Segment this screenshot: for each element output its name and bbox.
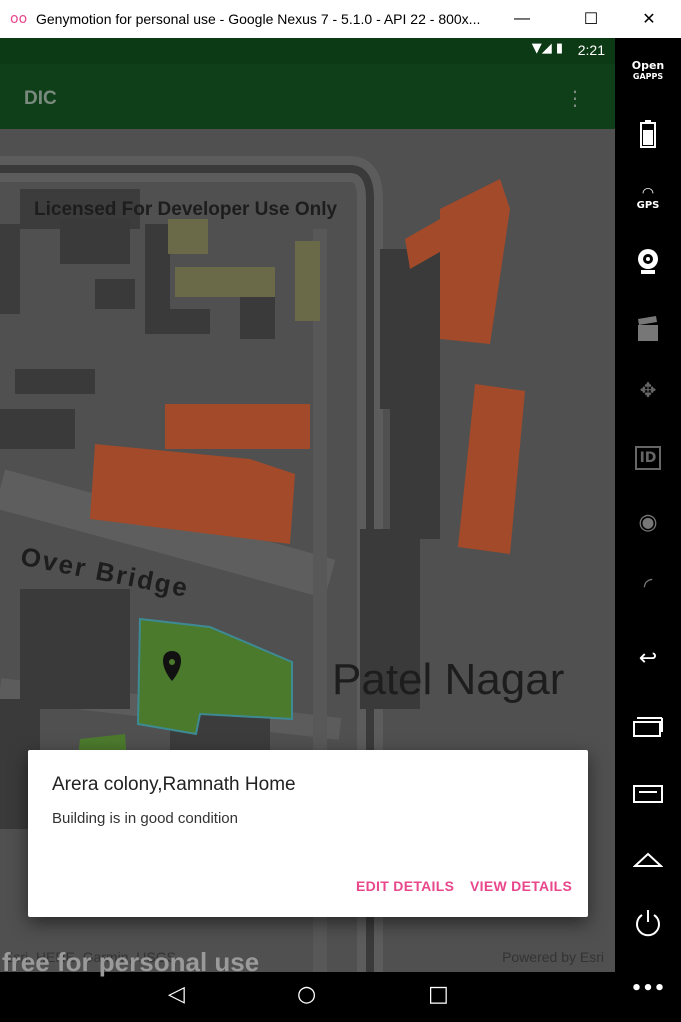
signal-wifi-battery-icon: ▼◢ ▮	[531, 41, 563, 56]
watermark-text: free for personal use	[2, 947, 260, 977]
window-title: Genymotion for personal use - Google Nex…	[36, 11, 481, 27]
back-nav-icon[interactable]: ◁	[168, 982, 185, 1007]
opengapps-button[interactable]: Open GAPPS	[615, 60, 681, 82]
status-time: 2:21	[577, 42, 605, 58]
back-icon[interactable]: ↩	[615, 646, 681, 671]
recent-apps-glyph	[633, 717, 663, 737]
map-powered-by[interactable]: Powered by Esri	[502, 949, 604, 965]
overflow-menu-icon[interactable]: ⋮	[565, 86, 585, 110]
dpad-icon[interactable]: ✥	[615, 378, 681, 402]
navigation-bar: ◁ ○ □	[0, 972, 615, 1022]
battery-widget-button[interactable]	[615, 120, 681, 152]
disk-io-icon[interactable]: ◉	[615, 510, 681, 535]
edit-details-button[interactable]: EDIT DETAILS	[356, 878, 454, 894]
opengapps-label-line2: GAPPS	[632, 72, 664, 81]
opengapps-label-line1: Open	[631, 59, 665, 72]
home-nav-icon[interactable]: ○	[297, 982, 316, 1007]
more-options-icon[interactable]: •••	[615, 978, 681, 999]
dialog-message: Building is in good condition	[52, 810, 238, 827]
power-glyph	[636, 910, 660, 937]
dialog-title: Arera colony,Ramnath Home	[52, 774, 296, 795]
webcam-widget-button[interactable]	[615, 248, 681, 280]
webcam-icon	[638, 249, 658, 274]
close-button[interactable]: ✕	[626, 0, 672, 38]
minimize-button[interactable]: —	[499, 0, 545, 38]
home-glyph	[632, 852, 664, 867]
recents-nav-icon[interactable]: □	[428, 982, 449, 1007]
maximize-button[interactable]: ☐	[568, 0, 614, 38]
cast-icon[interactable]: ◜	[615, 574, 681, 599]
window-titlebar: oo Genymotion for personal use - Google …	[0, 0, 681, 39]
gps-signal-icon: ◠	[641, 185, 655, 201]
recent-apps-icon[interactable]	[615, 714, 681, 742]
power-icon[interactable]	[615, 908, 681, 942]
menu-glyph	[633, 785, 663, 803]
clapperboard-icon	[638, 316, 658, 341]
genymotion-sidebar: Open GAPPS ◠ GPS ✥ ID ◉ ◜ ↩ •••	[615, 38, 681, 1022]
view-details-button[interactable]: VIEW DETAILS	[470, 878, 572, 894]
menu-icon[interactable]	[615, 784, 681, 808]
device-id-button[interactable]: ID	[615, 446, 681, 470]
id-icon: ID	[634, 446, 662, 470]
app-title: DIC	[24, 88, 57, 109]
status-bar: ▼◢ ▮ 2:21	[0, 38, 615, 64]
map-license-text: Licensed For Developer Use Only	[34, 199, 338, 220]
map-area-label: Patel Nagar	[332, 655, 565, 704]
genymotion-logo-icon: oo	[10, 11, 28, 27]
capture-widget-button[interactable]	[615, 316, 681, 346]
app-bar: DIC ⋮	[0, 64, 615, 129]
home-icon[interactable]	[615, 848, 681, 872]
building-dialog: Arera colony,Ramnath Home Building is in…	[28, 750, 588, 917]
gps-widget-button[interactable]: ◠ GPS	[615, 186, 681, 211]
battery-icon	[640, 120, 656, 148]
gps-label: GPS	[636, 200, 660, 211]
